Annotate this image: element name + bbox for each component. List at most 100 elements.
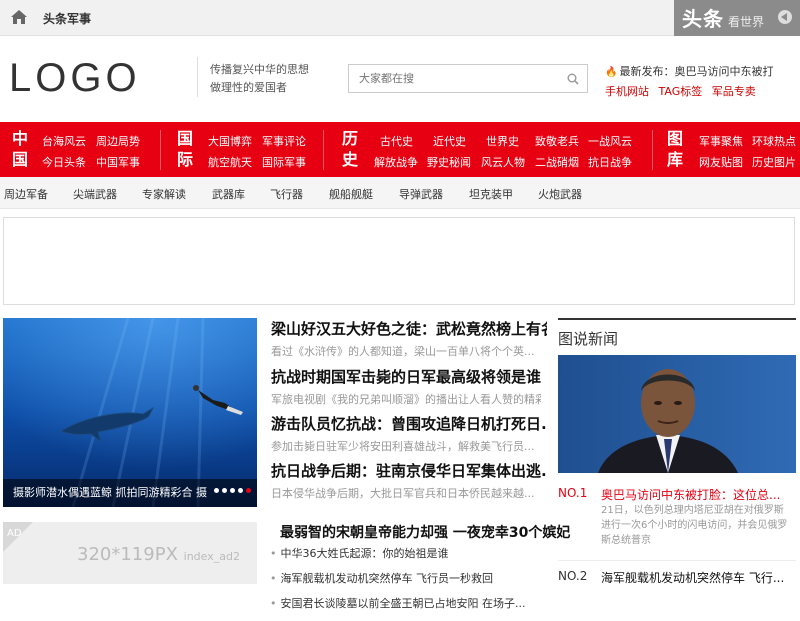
nav-item[interactable]: 古代史 xyxy=(380,133,413,149)
nav-item[interactable]: 中国军事 xyxy=(96,154,140,170)
headline-link[interactable]: 最弱智的宋朝皇帝能力却强 一夜宠幸30个嫔妃 xyxy=(280,522,570,542)
news-title[interactable]: 游击队员忆抗战：曾围攻追降日机打死日... xyxy=(271,413,547,434)
news-item: 抗日战争后期：驻南京侵华日军集体出逃... 日本侵华战争后期，大批日军官兵和日本… xyxy=(271,460,547,501)
rank-number: NO.1 xyxy=(558,486,588,500)
news-title[interactable]: 梁山好汉五大好色之徒：武松竟然榜上有名 xyxy=(271,318,547,339)
nav-item[interactable]: 航空航天 xyxy=(208,154,252,170)
slogan-line-1: 传播复兴中华的思想 xyxy=(210,63,309,76)
nav-item[interactable]: 世界史 xyxy=(486,133,519,149)
nav-item[interactable]: 周边局势 xyxy=(96,133,140,149)
nav-item[interactable]: 致敬老兵 xyxy=(535,133,579,149)
nav-item[interactable]: 野史秘闻 xyxy=(427,154,471,170)
subnav-item[interactable]: 专家解读 xyxy=(142,186,186,202)
nav-item[interactable]: 抗日战争 xyxy=(588,154,632,170)
brand-big-text: 头条 xyxy=(682,7,724,31)
list-item[interactable]: 海军舰载机发动机突然停车 飞行员一秒救回 xyxy=(270,571,526,596)
ad-slot-2[interactable]: AD 320*119PX index_ad2 xyxy=(3,522,257,584)
nav-separator xyxy=(652,130,653,170)
slider-dot[interactable] xyxy=(222,488,227,493)
flame-icon: 🔥 xyxy=(605,67,618,78)
tag-link[interactable]: TAG标签 xyxy=(659,85,703,98)
search-input[interactable] xyxy=(349,65,559,92)
slider-dot[interactable] xyxy=(238,488,243,493)
main-nav: 中国 台海风云 周边局势 今日头条 中国军事 国际 大国博弈 军事评论 航空航天… xyxy=(0,122,800,177)
nav-group-title[interactable]: 中国 xyxy=(10,128,30,170)
site-name-link[interactable]: 头条军事 xyxy=(43,10,91,27)
news-desc: 看过《水浒传》的人都知道，梁山一百单八将个个英... xyxy=(271,345,535,358)
ad-label: 320*119PX index_ad2 xyxy=(77,544,240,565)
logo[interactable]: LOGO xyxy=(9,56,141,101)
nav-item[interactable]: 军事聚焦 xyxy=(699,133,743,149)
nav-group-title[interactable]: 图库 xyxy=(665,128,685,170)
nav-item[interactable]: 网友贴图 xyxy=(699,154,743,170)
news-item: 抗战时期国军击毙的日军最高级将领是谁 军旅电视剧《我的兄弟叫顺溜》的播出让人看人… xyxy=(271,366,547,407)
nav-item[interactable]: 一战风云 xyxy=(588,133,632,149)
slogan: 传播复兴中华的思想 做理性的爱国者 xyxy=(210,61,309,97)
nav-group-title[interactable]: 历史 xyxy=(340,128,360,170)
rank-title[interactable]: 奥巴马访问中东被打脸：这位总... xyxy=(601,486,780,503)
subnav-item[interactable]: 武器库 xyxy=(212,186,245,202)
subnav-item[interactable]: 尖端武器 xyxy=(73,186,117,202)
nav-item[interactable]: 台海风云 xyxy=(42,133,86,149)
brand-box[interactable]: 头条 看世界 xyxy=(674,0,800,36)
slogan-line-2: 做理性的爱国者 xyxy=(210,81,287,94)
nav-item[interactable]: 大国博弈 xyxy=(208,133,252,149)
latest-news-area: 🔥 最新发布：奥巴马访问中东被打 手机网站 TAG标签 军品专卖 xyxy=(605,63,773,99)
slider-dot[interactable] xyxy=(214,488,219,493)
slider-dot-active[interactable] xyxy=(246,488,251,493)
ad-tag: AD xyxy=(7,528,22,539)
arrow-left-icon[interactable] xyxy=(778,10,792,24)
slider-dots xyxy=(211,478,251,497)
nav-item[interactable]: 国际军事 xyxy=(262,154,306,170)
subnav-item[interactable]: 舰船舰艇 xyxy=(329,186,373,202)
nav-item[interactable]: 历史图片 xyxy=(752,154,796,170)
nav-item[interactable]: 军事评论 xyxy=(262,133,306,149)
subnav-item[interactable]: 飞行器 xyxy=(270,186,303,202)
subnav-item[interactable]: 周边军备 xyxy=(4,186,48,202)
news-item: 梁山好汉五大好色之徒：武松竟然榜上有名 看过《水浒传》的人都知道，梁山一百单八将… xyxy=(271,318,547,359)
top-bar: 头条军事 头条 看世界 xyxy=(0,0,800,36)
mobile-site-link[interactable]: 手机网站 xyxy=(605,85,649,98)
search-icon[interactable] xyxy=(567,73,579,85)
nav-separator xyxy=(160,130,161,170)
nav-item[interactable]: 环球热点 xyxy=(752,133,796,149)
nav-group-title[interactable]: 国际 xyxy=(175,128,195,170)
ad-code: index_ad2 xyxy=(183,550,240,563)
slider-dot[interactable] xyxy=(230,488,235,493)
nav-item[interactable]: 今日头条 xyxy=(42,154,86,170)
ad-banner[interactable] xyxy=(3,217,795,305)
header-links: 手机网站 TAG标签 军品专卖 xyxy=(605,83,773,99)
shop-link[interactable]: 军品专卖 xyxy=(712,85,756,98)
latest-news[interactable]: 🔥 最新发布：奥巴马访问中东被打 xyxy=(605,63,773,79)
divider xyxy=(197,57,198,97)
nav-item[interactable]: 解放战争 xyxy=(374,154,418,170)
section-title: 图说新闻 xyxy=(558,318,796,349)
home-icon[interactable] xyxy=(10,9,28,25)
nav-item[interactable]: 风云人物 xyxy=(481,154,525,170)
nav-item[interactable]: 近代史 xyxy=(433,133,466,149)
brand-small-text: 看世界 xyxy=(728,15,765,29)
rank-number: NO.2 xyxy=(558,569,588,583)
portrait-photo xyxy=(558,355,796,473)
subnav-item[interactable]: 火炮武器 xyxy=(538,186,582,202)
news-desc: 日本侵华战争后期，大批日军官兵和日本侨民越来越... xyxy=(271,487,535,500)
nav-separator xyxy=(323,130,324,170)
subnav-item[interactable]: 坦克装甲 xyxy=(469,186,513,202)
news-desc: 参加击毙日驻军少将安田利喜雄战斗，解救美飞行员... xyxy=(271,440,535,453)
rank-desc: 21日，以色列总理内塔尼亚胡在对俄罗斯进行一次6个小时的闪电访问，并会见俄罗斯总… xyxy=(601,505,788,546)
news-list: 中华36大姓氏起源：你的始祖是谁 海军舰载机发动机突然停车 飞行员一秒救回 安国… xyxy=(270,546,526,621)
news-title[interactable]: 抗战时期国军击毙的日军最高级将领是谁 xyxy=(271,366,547,387)
search-box xyxy=(348,64,588,93)
news-photo[interactable] xyxy=(558,355,796,473)
image-slider[interactable]: 摄影师潜水偶遇蓝鲸 抓拍同游精彩合 摄 xyxy=(3,318,257,507)
sub-nav: 周边军备 尖端武器 专家解读 武器库 飞行器 舰船舰艇 导弹武器 坦克装甲 火炮… xyxy=(0,177,800,209)
nav-item[interactable]: 二战硝烟 xyxy=(535,154,579,170)
news-title[interactable]: 抗日战争后期：驻南京侵华日军集体出逃... xyxy=(271,460,547,481)
subnav-item[interactable]: 导弹武器 xyxy=(399,186,443,202)
divider xyxy=(558,560,796,561)
rank-title[interactable]: 海军舰载机发动机突然停车 飞行... xyxy=(601,569,784,586)
ad-size: 320*119PX xyxy=(77,544,178,565)
news-item: 游击队员忆抗战：曾围攻追降日机打死日... 参加击毙日驻军少将安田利喜雄战斗，解… xyxy=(271,413,547,454)
latest-news-text: 最新发布：奥巴马访问中东被打 xyxy=(619,65,774,78)
list-item[interactable]: 中华36大姓氏起源：你的始祖是谁 xyxy=(270,546,526,571)
